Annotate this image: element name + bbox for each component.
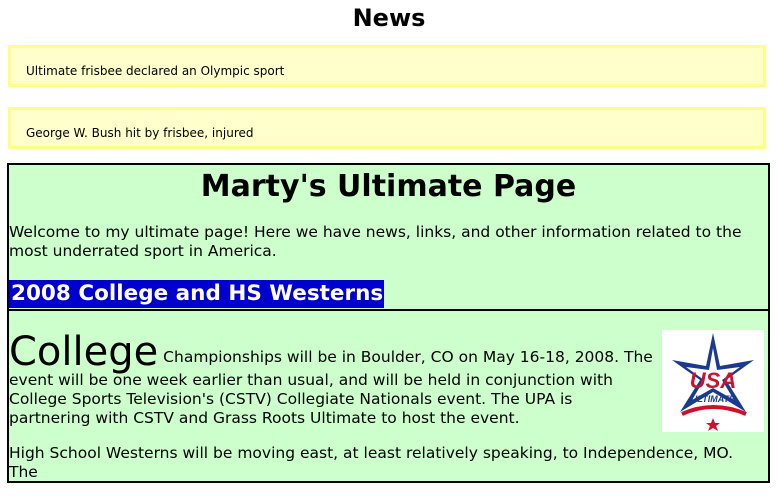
news-item: Ultimate frisbee declared an Olympic spo…: [8, 45, 766, 87]
section-divider: [9, 309, 768, 311]
news-title: News: [352, 4, 426, 32]
svg-text:USA: USA: [690, 368, 736, 393]
college-paragraph: College Championships will be in Boulder…: [9, 332, 764, 428]
page-title: Marty's Ultimate Page: [200, 169, 577, 204]
college-drop-word: College: [9, 329, 159, 375]
section-heading: 2008 College and HS Westerns: [9, 280, 385, 308]
news-item-text: George W. Bush hit by frisbee, injured: [26, 126, 254, 140]
intro-paragraph: Welcome to my ultimate page! Here we hav…: [9, 223, 742, 260]
news-item-text: Ultimate frisbee declared an Olympic spo…: [26, 64, 285, 78]
hs-paragraph: High School Westerns will be moving east…: [9, 444, 734, 481]
section-body: USA ULTIMATE College Championships will …: [9, 330, 764, 498]
main-content-panel: Marty's Ultimate Page Welcome to my ulti…: [7, 163, 770, 483]
svg-text:ULTIMATE: ULTIMATE: [691, 394, 736, 404]
usa-ultimate-logo-icon: USA ULTIMATE: [662, 330, 764, 432]
news-item: George W. Bush hit by frisbee, injured: [8, 107, 766, 149]
